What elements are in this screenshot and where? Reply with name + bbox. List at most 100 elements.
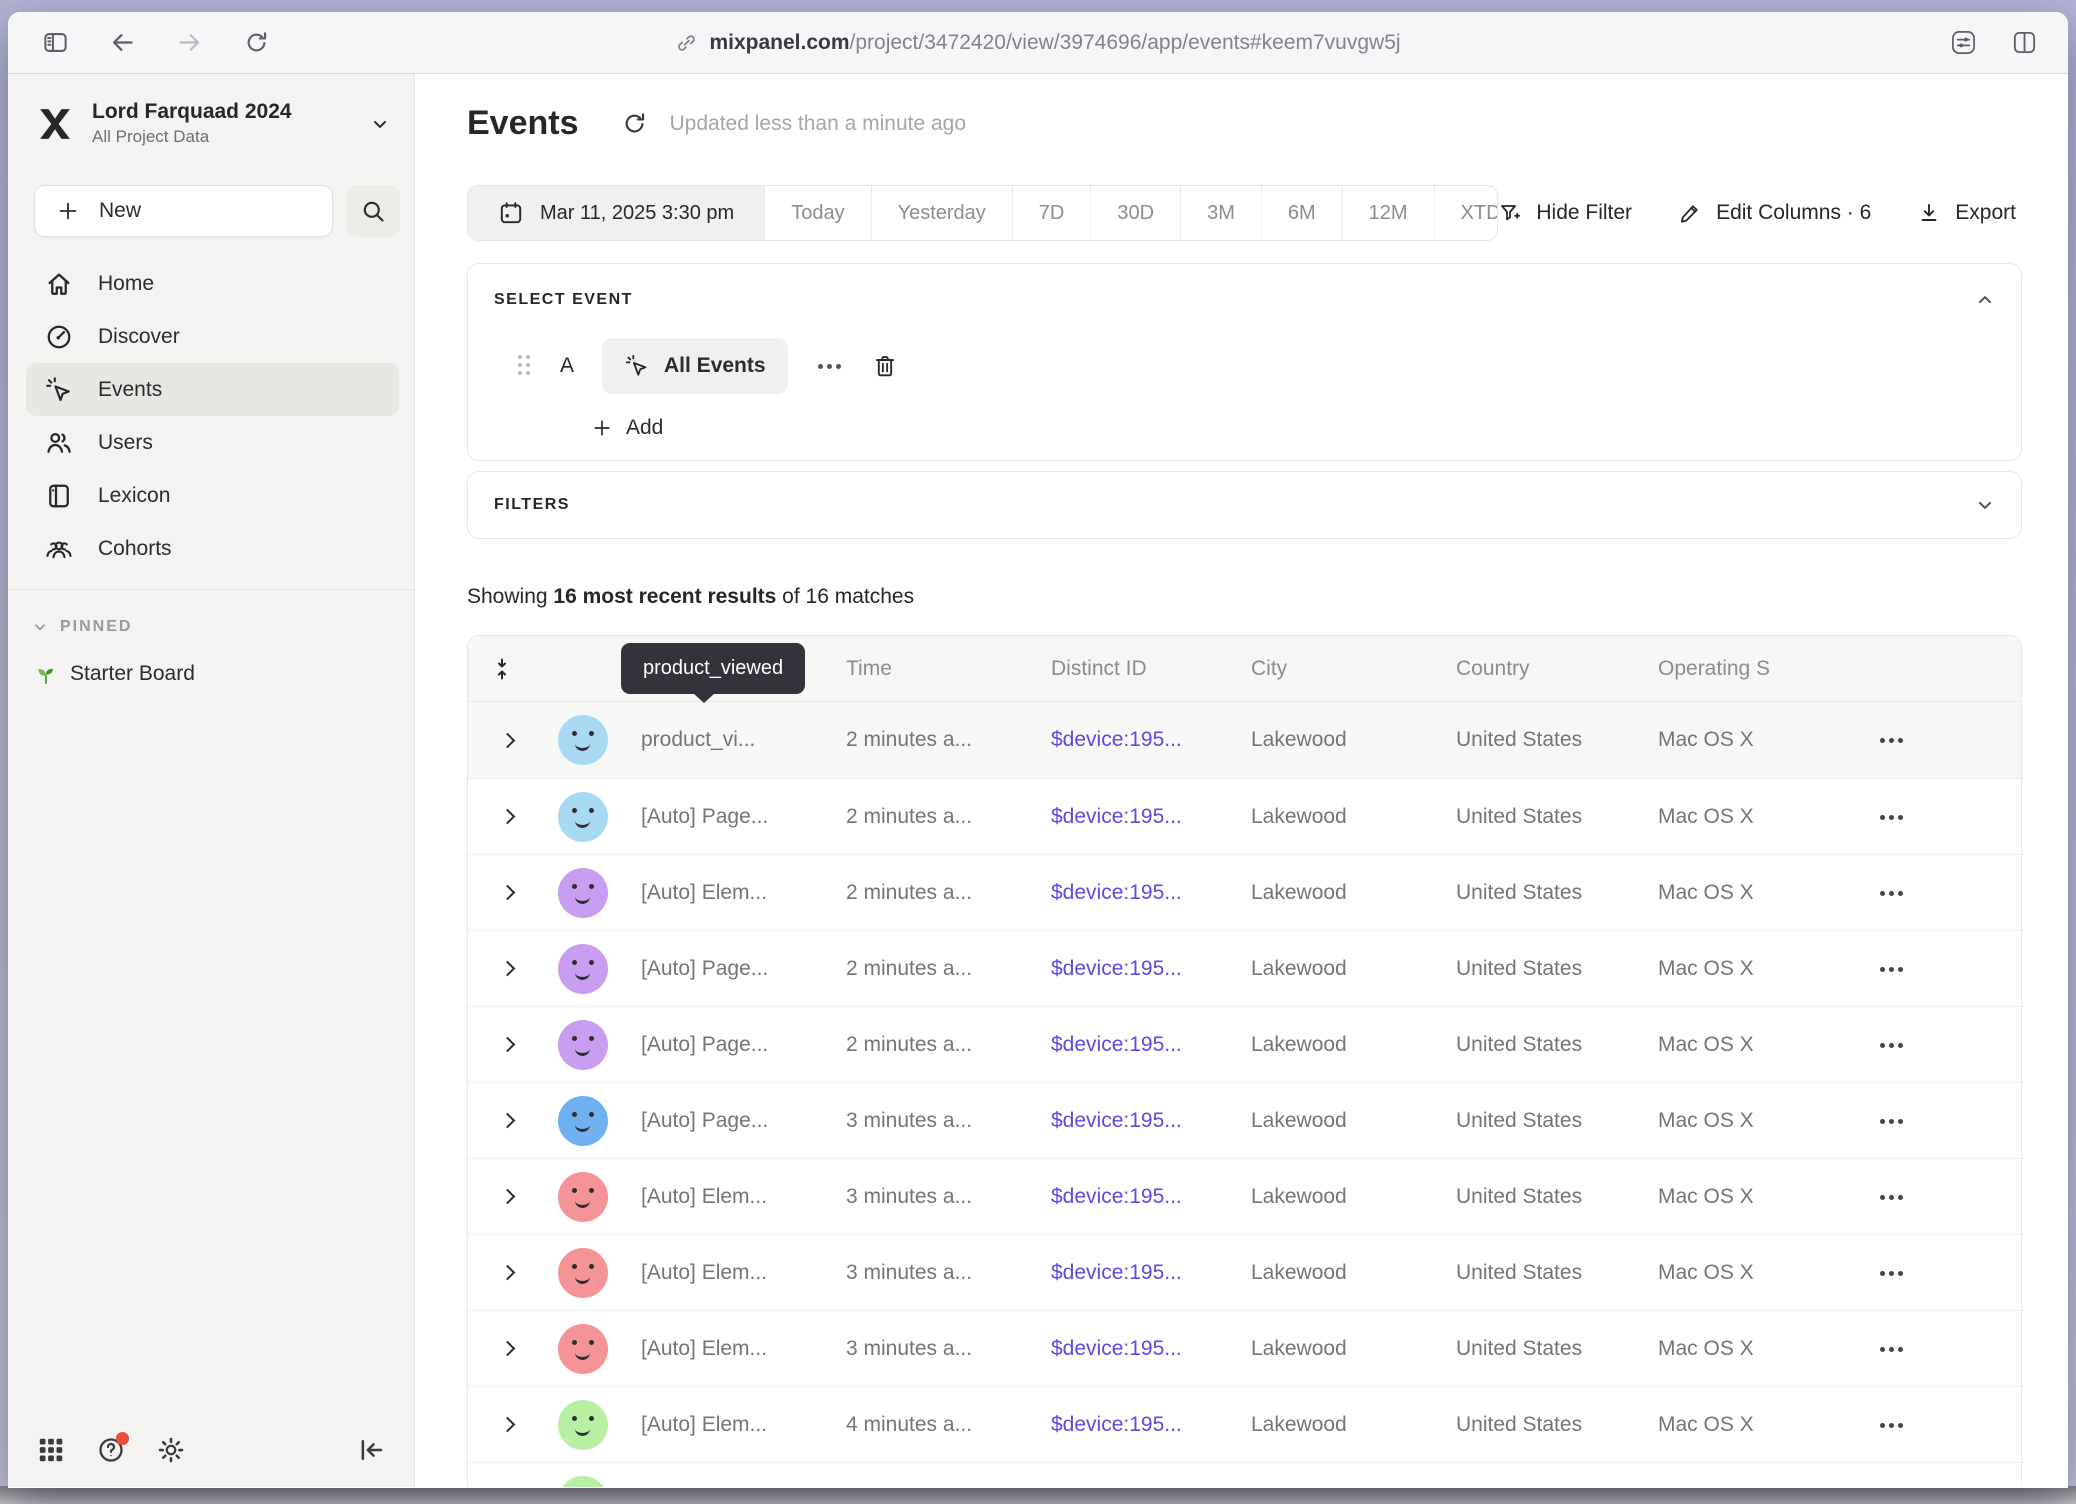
sidebar-item-label: Lexicon (98, 484, 170, 508)
table-row[interactable]: [Auto] Elem... 3 minutes a... $device:19… (468, 1158, 2021, 1234)
preset-3m[interactable]: 3M (1180, 186, 1261, 240)
forward-icon[interactable] (176, 29, 203, 56)
sidebar-item-starter-board[interactable]: Starter Board (34, 662, 414, 686)
address-bar[interactable]: mixpanel.com/project/3472420/view/397469… (675, 12, 1400, 74)
refresh-icon[interactable] (621, 110, 648, 137)
series-label: A (560, 354, 574, 378)
results-summary: Showing 16 most recent results of 16 mat… (467, 585, 2016, 609)
preset-xtd[interactable]: XTD (1434, 186, 1499, 240)
more-options-icon[interactable] (816, 351, 846, 381)
cell-distinct-id[interactable]: $device:195... (1036, 1413, 1236, 1437)
row-actions-icon[interactable] (1880, 1109, 1914, 1133)
url-path: /project/3472420/view/3974696/app/events… (850, 31, 1401, 54)
download-icon (1917, 201, 1941, 225)
row-actions-icon[interactable] (1880, 1337, 1914, 1361)
gear-icon[interactable] (156, 1435, 186, 1465)
pinned-section-header[interactable]: PINNED (32, 618, 414, 636)
cell-distinct-id[interactable]: $device:195... (1036, 1261, 1236, 1285)
back-icon[interactable] (109, 29, 136, 56)
page-title: Events (467, 104, 579, 143)
table-row[interactable]: [Auto] Page... 2 minutes a... $device:19… (468, 1006, 2021, 1082)
preset-today[interactable]: Today (764, 186, 870, 240)
cell-country: United States (1441, 1261, 1643, 1285)
table-row[interactable]: [Auto] Elem... 4 minutes a... $device:19… (468, 1386, 2021, 1462)
expand-row-icon[interactable] (499, 1037, 515, 1053)
drag-handle[interactable] (518, 355, 532, 377)
add-event-button[interactable]: Add (592, 416, 1995, 440)
help-button[interactable] (96, 1435, 126, 1465)
table-row[interactable]: [Auto] Page... 2 minutes a... $device:19… (468, 778, 2021, 854)
expand-row-icon[interactable] (499, 1113, 515, 1129)
chevron-up-icon[interactable] (1975, 290, 1995, 310)
sidebar-item-discover[interactable]: Discover (26, 310, 399, 363)
date-range-picker[interactable]: Mar 11, 2025 3:30 pm (468, 186, 764, 240)
hide-filter-button[interactable]: Hide Filter (1498, 201, 1632, 225)
expand-row-icon[interactable] (499, 809, 515, 825)
event-avatar (558, 1400, 608, 1450)
cell-event: [Auto] Page... (626, 1109, 831, 1133)
row-actions-icon[interactable] (1880, 1413, 1914, 1437)
preset-30d[interactable]: 30D (1090, 186, 1180, 240)
row-actions-icon[interactable] (1880, 805, 1914, 829)
trash-icon[interactable] (872, 353, 898, 379)
reload-icon[interactable] (243, 29, 270, 56)
row-actions-icon[interactable] (1880, 1261, 1914, 1285)
sidebar-item-events[interactable]: Events (26, 363, 399, 416)
cell-country: United States (1441, 1033, 1643, 1057)
workspace-switcher[interactable]: Lord Farquaad 2024 All Project Data (34, 100, 390, 147)
preset-12m[interactable]: 12M (1342, 186, 1434, 240)
preset-6m[interactable]: 6M (1261, 186, 1342, 240)
event-chip-label: All Events (664, 354, 766, 378)
expand-row-icon[interactable] (499, 1417, 515, 1433)
preset-yesterday[interactable]: Yesterday (871, 186, 1012, 240)
cell-distinct-id[interactable]: $device:195... (1036, 1185, 1236, 1209)
expand-row-icon[interactable] (499, 1265, 515, 1281)
expand-row-icon[interactable] (499, 1341, 515, 1357)
cell-distinct-id[interactable]: $device:195... (1036, 728, 1236, 752)
table-row[interactable]: [Auto] Page... 2 minutes a... $device:19… (468, 930, 2021, 1006)
cell-city: Lakewood (1236, 1185, 1441, 1209)
cell-distinct-id[interactable]: $device:195... (1036, 1337, 1236, 1361)
table-row[interactable]: [Auto] Page... 3 minutes a... $device:19… (468, 1082, 2021, 1158)
sidebar-item-home[interactable]: Home (26, 257, 399, 310)
cell-distinct-id[interactable]: $device:195... (1036, 881, 1236, 905)
new-button[interactable]: New (34, 185, 333, 237)
table-row[interactable] (468, 1462, 2021, 1487)
row-actions-icon[interactable] (1880, 1033, 1914, 1057)
collapse-rows-icon[interactable] (490, 657, 514, 681)
cell-distinct-id[interactable]: $device:195... (1036, 1033, 1236, 1057)
chevron-down-icon[interactable] (1975, 495, 1995, 515)
table-row[interactable]: [Auto] Elem... 2 minutes a... $device:19… (468, 854, 2021, 930)
sidebar-toggle-icon[interactable] (42, 29, 69, 56)
collapse-sidebar-icon[interactable] (356, 1435, 386, 1465)
cell-event: [Auto] Page... (626, 1033, 831, 1057)
cell-distinct-id[interactable]: $device:195... (1036, 805, 1236, 829)
page-settings-icon[interactable] (1950, 29, 1977, 56)
export-button[interactable]: Export (1917, 201, 2016, 225)
expand-row-icon[interactable] (499, 885, 515, 901)
edit-columns-button[interactable]: Edit Columns · 6 (1678, 201, 1871, 225)
cell-distinct-id[interactable]: $device:195... (1036, 957, 1236, 981)
row-actions-icon[interactable] (1880, 728, 1914, 752)
table-row[interactable]: product_vi... 2 minutes a... $device:195… (468, 702, 2021, 778)
apps-grid-icon[interactable] (36, 1435, 66, 1465)
expand-row-icon[interactable] (499, 1189, 515, 1205)
table-row[interactable]: [Auto] Elem... 3 minutes a... $device:19… (468, 1310, 2021, 1386)
cell-city: Lakewood (1236, 805, 1441, 829)
expand-row-icon[interactable] (499, 732, 515, 748)
table-row[interactable]: [Auto] Elem... 3 minutes a... $device:19… (468, 1234, 2021, 1310)
preset-7d[interactable]: 7D (1012, 186, 1091, 240)
row-actions-icon[interactable] (1880, 957, 1914, 981)
search-button[interactable] (346, 185, 400, 237)
date-range-value: Mar 11, 2025 3:30 pm (540, 202, 734, 225)
event-selector-chip[interactable]: All Events (602, 338, 788, 394)
row-actions-icon[interactable] (1880, 881, 1914, 905)
sidebar-item-cohorts[interactable]: Cohorts (26, 522, 399, 575)
split-view-icon[interactable] (2011, 29, 2038, 56)
pinned-item-label: Starter Board (70, 662, 195, 686)
cell-distinct-id[interactable]: $device:195... (1036, 1109, 1236, 1133)
row-actions-icon[interactable] (1880, 1185, 1914, 1209)
sidebar-item-users[interactable]: Users (26, 416, 399, 469)
sidebar-item-lexicon[interactable]: Lexicon (26, 469, 399, 522)
expand-row-icon[interactable] (499, 961, 515, 977)
